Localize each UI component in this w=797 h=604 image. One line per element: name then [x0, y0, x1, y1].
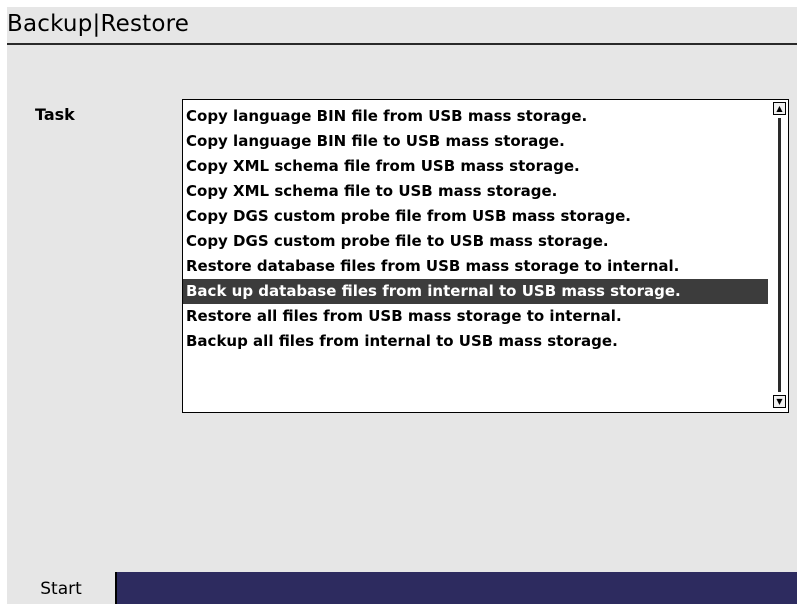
task-list-item[interactable]: Copy XML schema file to USB mass storage… — [183, 179, 768, 204]
task-list-item[interactable]: Restore all files from USB mass storage … — [183, 304, 768, 329]
task-list-item[interactable]: Copy XML schema file from USB mass stora… — [183, 154, 768, 179]
backup-restore-screen: Backup|Restore Task Copy language BIN fi… — [7, 7, 797, 604]
task-list: Copy language BIN file from USB mass sto… — [183, 104, 768, 354]
listbox-scrollbar[interactable]: ▲ ▼ — [773, 102, 786, 408]
scroll-down-icon: ▼ — [776, 397, 783, 406]
task-list-item[interactable]: Copy language BIN file to USB mass stora… — [183, 129, 768, 154]
task-label: Task — [35, 105, 75, 124]
task-list-item[interactable]: Copy language BIN file from USB mass sto… — [183, 104, 768, 129]
task-list-item[interactable]: Restore database files from USB mass sto… — [183, 254, 768, 279]
scroll-up-button[interactable]: ▲ — [773, 102, 786, 115]
task-listbox[interactable]: Copy language BIN file from USB mass sto… — [182, 99, 789, 413]
task-list-item[interactable]: Backup all files from internal to USB ma… — [183, 329, 768, 354]
page-title: Backup|Restore — [7, 11, 190, 37]
scroll-track[interactable] — [778, 118, 781, 392]
bottom-bar: Start — [7, 572, 797, 604]
title-bar: Backup|Restore — [7, 7, 797, 45]
task-list-item[interactable]: Copy DGS custom probe file to USB mass s… — [183, 229, 768, 254]
scroll-down-button[interactable]: ▼ — [773, 395, 786, 408]
start-button[interactable]: Start — [7, 572, 117, 604]
task-list-item[interactable]: Copy DGS custom probe file from USB mass… — [183, 204, 768, 229]
task-list-item[interactable]: Back up database files from internal to … — [183, 279, 768, 304]
scroll-up-icon: ▲ — [776, 104, 783, 113]
